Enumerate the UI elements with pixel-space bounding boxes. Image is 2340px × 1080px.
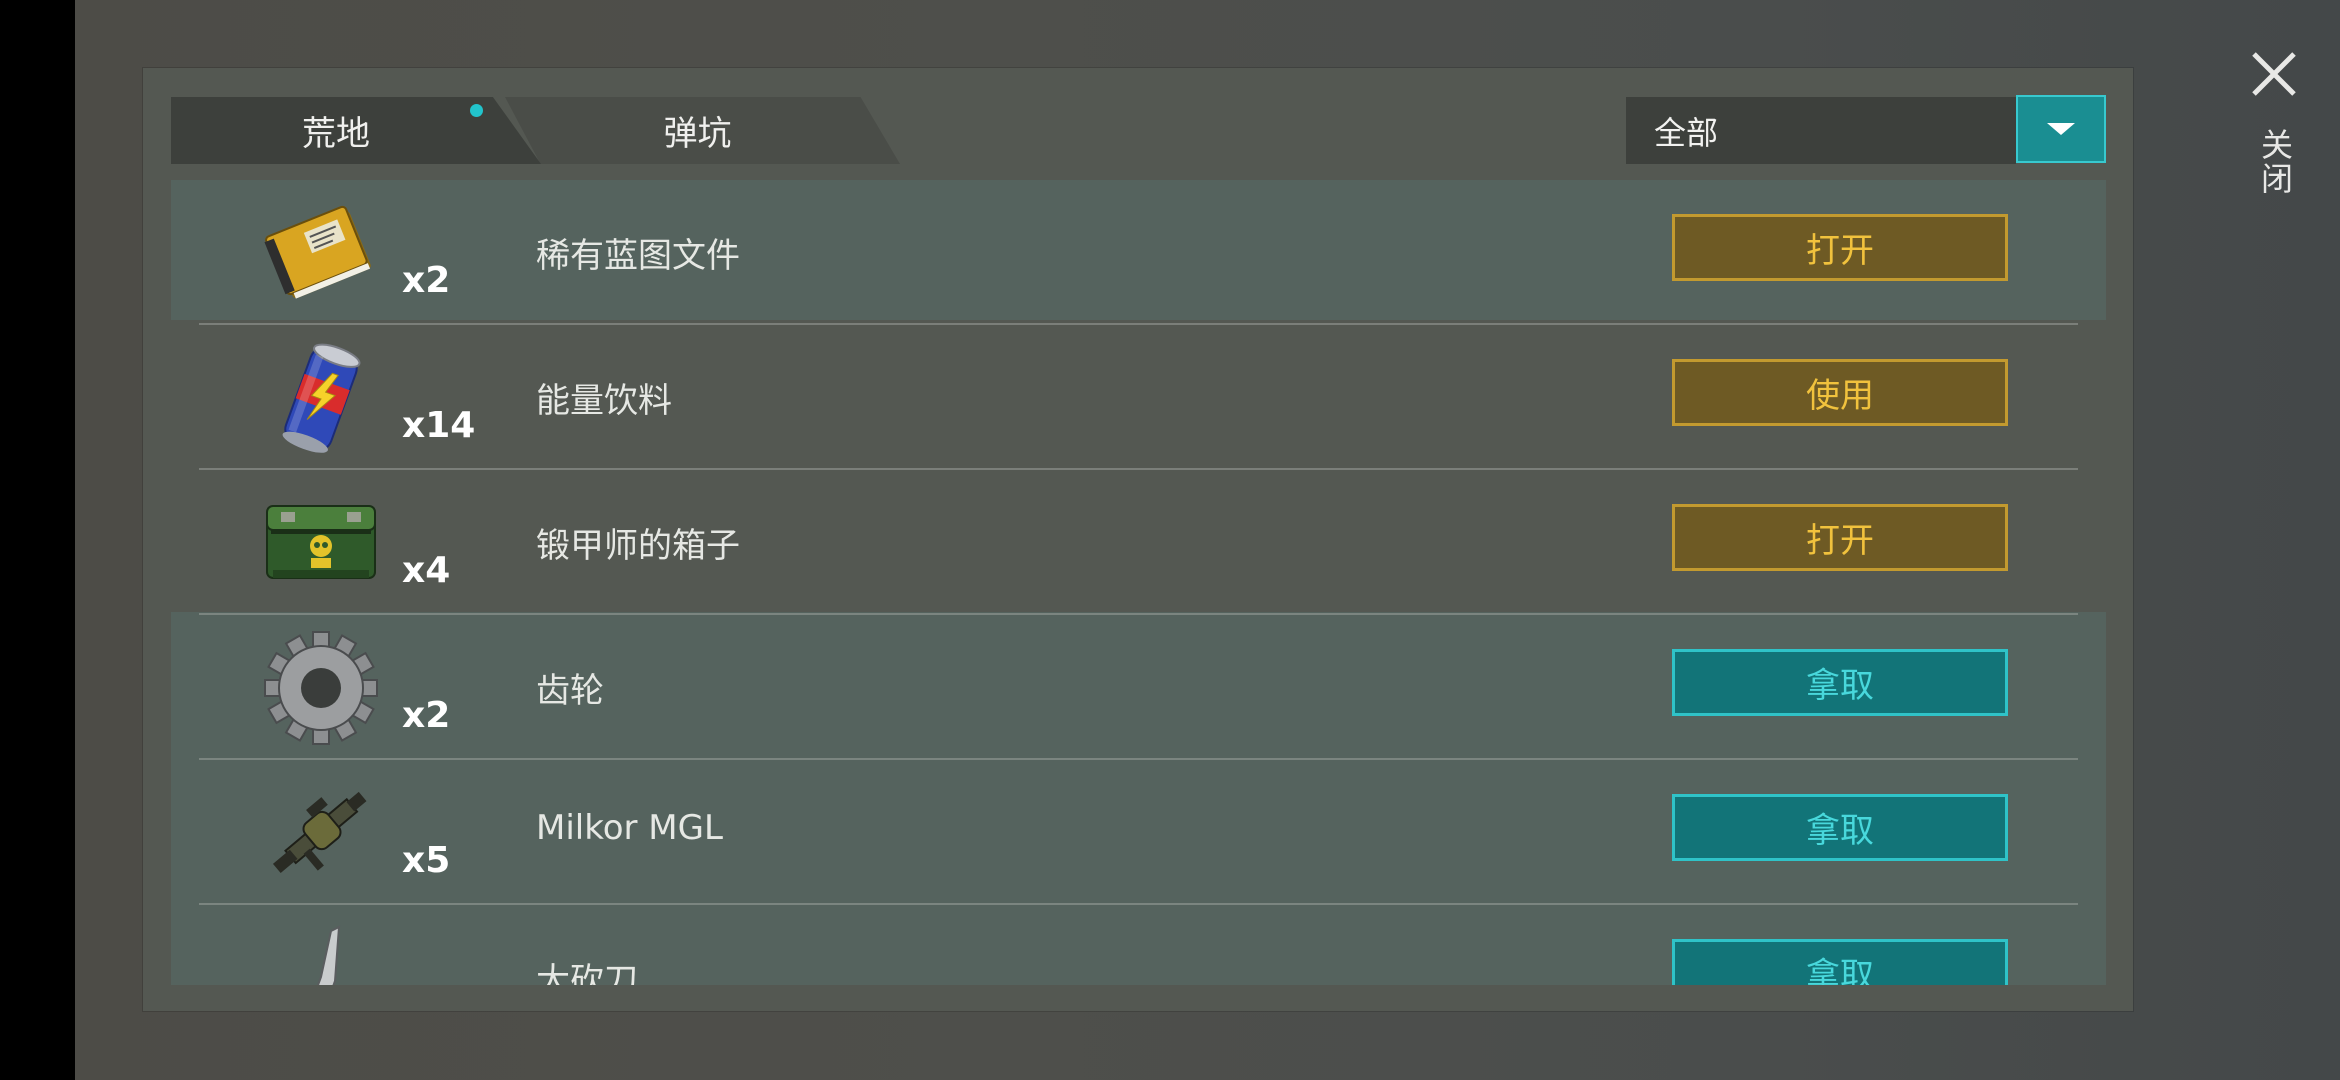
list-item: x4 锻甲师的箱子 打开 — [171, 470, 2106, 615]
grenade-launcher-icon — [272, 791, 367, 874]
tab-wasteland-label: 荒地 — [302, 114, 370, 154]
item-name: Milkor MGL — [536, 808, 723, 848]
filter-dropdown[interactable]: 全部 — [1626, 97, 2016, 164]
machete-icon — [316, 925, 341, 985]
take-button-label: 拿取 — [1806, 811, 1874, 851]
list-item: x14 能量饮料 使用 — [171, 325, 2106, 470]
item-quantity: x2 — [402, 260, 451, 301]
list-item: x5 Milkor MGL 拿取 — [171, 760, 2106, 905]
item-quantity: x4 — [402, 550, 451, 591]
item-list[interactable]: x2 稀有蓝图文件 打开 x14 能量饮料 使用 x4 锻甲师的箱子 打开 x2… — [171, 180, 2106, 985]
take-button[interactable]: 拿取 — [1672, 649, 2008, 716]
take-button-label: 拿取 — [1806, 666, 1874, 706]
take-button-label: 拿取 — [1806, 956, 1874, 985]
use-button-label: 使用 — [1806, 376, 1874, 416]
filter-dropdown-button[interactable] — [2016, 95, 2106, 163]
item-name: 齿轮 — [536, 671, 604, 711]
close-icon — [2252, 52, 2296, 96]
open-button-label: 打开 — [1806, 231, 1874, 271]
tab-crater[interactable]: 弹坑 — [505, 97, 900, 164]
open-button-label: 打开 — [1806, 521, 1874, 561]
tab-wasteland[interactable]: 荒地 — [171, 97, 541, 164]
armorer-crate-icon — [266, 505, 376, 579]
list-item: x2 齿轮 拿取 — [171, 615, 2106, 760]
close-label: 关闭 — [2256, 128, 2294, 196]
take-button[interactable]: 拿取 — [1672, 939, 2008, 985]
use-button[interactable]: 使用 — [1672, 359, 2008, 426]
take-button[interactable]: 拿取 — [1672, 794, 2008, 861]
item-name: 大砍刀 — [536, 961, 638, 985]
close-button[interactable]: 关闭 — [2240, 50, 2310, 220]
gear-icon — [264, 631, 378, 745]
chevron-down-icon — [2047, 123, 2075, 135]
list-item: x2 稀有蓝图文件 打开 — [171, 180, 2106, 325]
item-quantity: x2 — [402, 695, 451, 736]
blueprint-folder-icon — [264, 205, 371, 299]
item-quantity: x14 — [402, 405, 476, 446]
filter-selected-value: 全部 — [1654, 113, 1719, 152]
item-quantity: x5 — [402, 840, 451, 881]
list-item: 大砍刀 拿取 — [171, 905, 2106, 985]
energy-drink-can-icon — [282, 343, 361, 453]
open-button[interactable]: 打开 — [1672, 504, 2008, 571]
tab-crater-label: 弹坑 — [663, 114, 732, 154]
open-button[interactable]: 打开 — [1672, 214, 2008, 281]
item-name: 稀有蓝图文件 — [536, 236, 740, 276]
item-name: 锻甲师的箱子 — [536, 526, 740, 566]
item-name: 能量饮料 — [536, 381, 672, 421]
notification-dot-icon — [470, 104, 483, 117]
